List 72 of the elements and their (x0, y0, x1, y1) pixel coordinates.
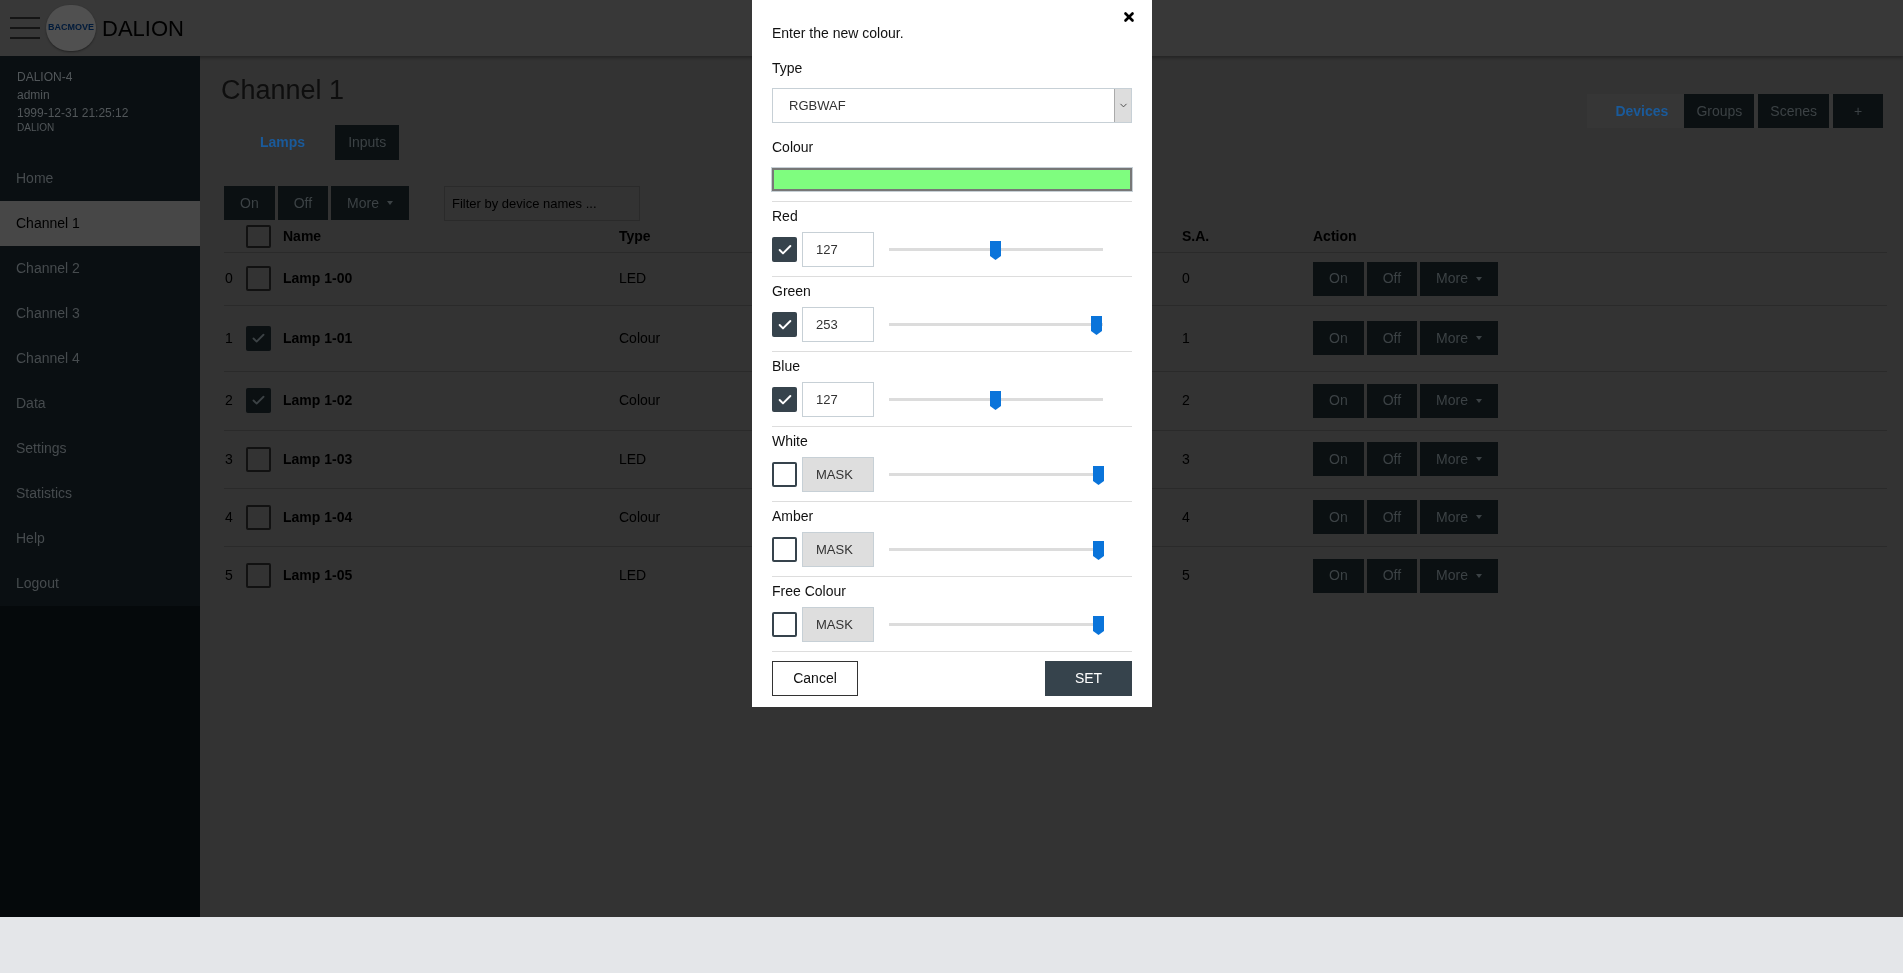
caret-icon (1476, 573, 1482, 578)
slider[interactable] (889, 239, 1103, 260)
device-info: DALION-4 (17, 69, 74, 86)
logo: BACMOVE (46, 5, 96, 51)
close-icon[interactable] (1122, 10, 1136, 24)
value-field[interactable]: MASK (802, 457, 874, 492)
sidebar-item[interactable]: Statistics (0, 471, 200, 516)
slider-thumb[interactable] (1092, 465, 1104, 485)
device-info: DALION (17, 122, 56, 134)
checkbox[interactable] (246, 563, 271, 588)
value-field[interactable]: MASK (802, 532, 874, 567)
set-button[interactable]: SET (1045, 661, 1132, 696)
checkbox[interactable] (772, 537, 797, 562)
sidebar-item[interactable]: Channel 3 (0, 291, 200, 336)
dialog-message: Enter the new colour. (772, 24, 905, 43)
caret-icon (1476, 398, 1482, 403)
caret-icon (1476, 276, 1482, 281)
slider-thumb[interactable] (1092, 540, 1104, 560)
slider[interactable] (889, 614, 1103, 635)
checkbox[interactable] (246, 388, 271, 413)
channel-label: Green (772, 282, 812, 301)
sidebar-item[interactable]: Home (0, 156, 200, 201)
slider[interactable] (889, 539, 1103, 560)
checkbox[interactable] (772, 462, 797, 487)
channel-label: White (772, 432, 809, 451)
caret-icon (1476, 336, 1482, 340)
sidebar-item[interactable]: Settings (0, 426, 200, 471)
caret-icon (1476, 515, 1482, 519)
value-field[interactable]: MASK (802, 607, 874, 642)
cancel-button[interactable]: Cancel (772, 661, 858, 696)
channel-label: Red (772, 207, 799, 226)
channel-label: Blue (772, 357, 802, 376)
field-label: Type (772, 59, 804, 78)
slider[interactable] (889, 389, 1103, 410)
app-title: DALION (102, 14, 184, 43)
tab[interactable]: Lamps (247, 124, 319, 160)
checkbox[interactable] (772, 387, 797, 412)
checkbox[interactable] (772, 312, 797, 337)
field-label: Colour (772, 138, 815, 157)
slider[interactable] (889, 464, 1103, 485)
sidebar-item[interactable]: Data (0, 381, 200, 426)
checkbox[interactable] (246, 325, 271, 351)
value-field[interactable]: 253 (802, 307, 874, 342)
slider-thumb[interactable] (1092, 615, 1104, 635)
add-button[interactable]: + (1833, 94, 1883, 128)
caret-icon (387, 201, 393, 205)
caret-icon (1476, 457, 1482, 461)
sidebar-item[interactable]: Channel 1 (0, 201, 200, 246)
sidebar-item[interactable]: Channel 4 (0, 336, 200, 381)
check-icon (251, 393, 266, 408)
checkbox[interactable] (246, 446, 271, 472)
dropdown-icon (1114, 89, 1131, 122)
sidebar-item[interactable]: Help (0, 516, 200, 561)
device-info: admin (17, 87, 51, 104)
slider[interactable] (889, 314, 1103, 335)
checkbox[interactable] (772, 612, 797, 637)
channel-label: Amber (772, 507, 815, 526)
checkbox[interactable] (246, 224, 271, 248)
device-info: 1999-12-31 21:25:12 (17, 105, 130, 122)
tab[interactable]: Devices (1603, 94, 1681, 128)
checkbox[interactable] (246, 504, 271, 530)
slider-thumb[interactable] (1090, 315, 1102, 335)
channel-label: Free Colour (772, 582, 847, 601)
sidebar-item[interactable]: Channel 2 (0, 246, 200, 291)
slider-thumb[interactable] (990, 390, 1001, 410)
sidebar-item[interactable]: Logout (0, 561, 200, 606)
type-select[interactable]: RGBWAF (772, 88, 1132, 123)
slider-thumb[interactable] (990, 240, 1001, 260)
value-field[interactable]: 127 (802, 232, 874, 267)
checkbox[interactable] (246, 266, 271, 291)
checkbox[interactable] (772, 237, 797, 262)
value-field[interactable]: 127 (802, 382, 874, 417)
